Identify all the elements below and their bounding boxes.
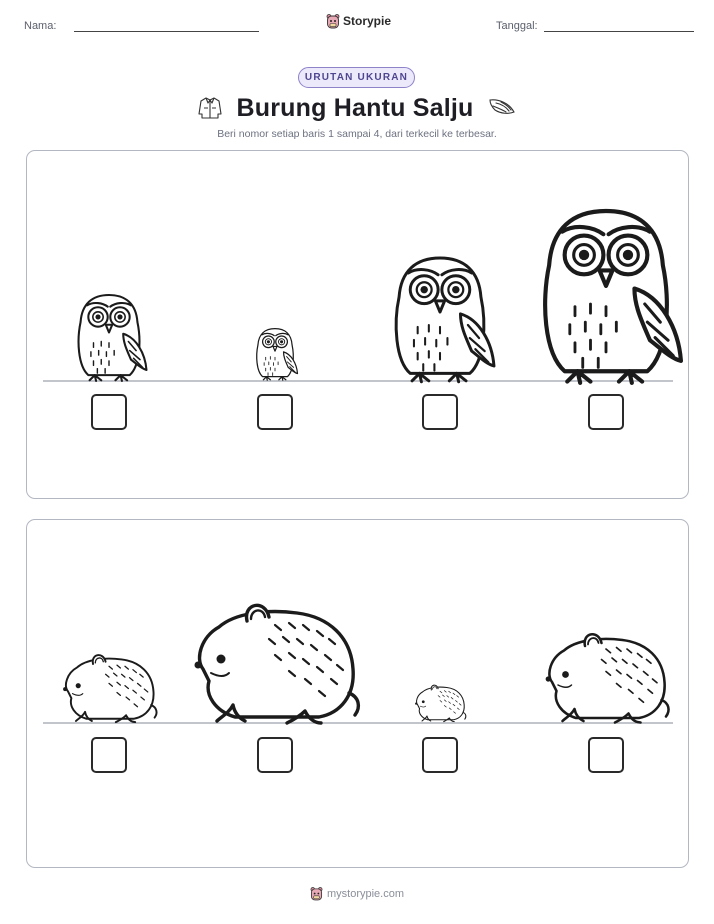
lemming-illustration-1 [63, 654, 158, 724]
answer-checkbox-4[interactable] [588, 737, 624, 773]
answer-checkbox-4[interactable] [588, 394, 624, 430]
owl-illustration-2 [256, 327, 299, 381]
answer-checkbox-3[interactable] [422, 394, 458, 430]
date-input-line[interactable] [543, 20, 694, 32]
jacket-icon [197, 97, 222, 119]
lemming-illustration-2 [194, 603, 361, 725]
lemming-row-panel [26, 519, 689, 868]
instructions-text: Beri nomor setiap baris 1 sampai 4, dari… [217, 128, 497, 140]
answer-checkbox-1[interactable] [91, 394, 127, 430]
title-row: Burung Hantu Salju [0, 89, 714, 127]
storypie-mascot-icon [326, 14, 340, 29]
date-field: Tanggal: [496, 20, 694, 32]
footer-url: mystorypie.com [326, 887, 405, 900]
lemming-illustration-4 [545, 633, 670, 724]
date-label: Tanggal: [496, 20, 538, 32]
owl-illustration-3 [394, 256, 496, 384]
answer-checkbox-1[interactable] [91, 737, 127, 773]
name-input-line[interactable] [74, 20, 260, 32]
lemming-illustration-3 [415, 684, 467, 723]
owl-illustration-4 [543, 208, 684, 385]
answer-checkbox-2[interactable] [257, 737, 293, 773]
owl-row-panel [26, 150, 689, 499]
brand-name: Storypie [343, 14, 392, 28]
owl-row-drawing [43, 208, 684, 385]
answer-checkbox-3[interactable] [422, 737, 458, 773]
wing-icon [489, 99, 516, 114]
worksheet-badge: URUTAN UKURAN [298, 67, 415, 88]
owl-illustration-1 [77, 293, 148, 382]
storypie-mascot-icon [310, 887, 323, 901]
footer: mystorypie.com [0, 886, 714, 901]
answer-checkbox-2[interactable] [257, 394, 293, 430]
name-field: Nama: [24, 20, 260, 32]
brand-logo: Storypie [326, 13, 391, 29]
lemming-row-drawing [43, 603, 673, 725]
page-title: Burung Hantu Salju [236, 93, 474, 122]
name-label: Nama: [24, 20, 57, 32]
